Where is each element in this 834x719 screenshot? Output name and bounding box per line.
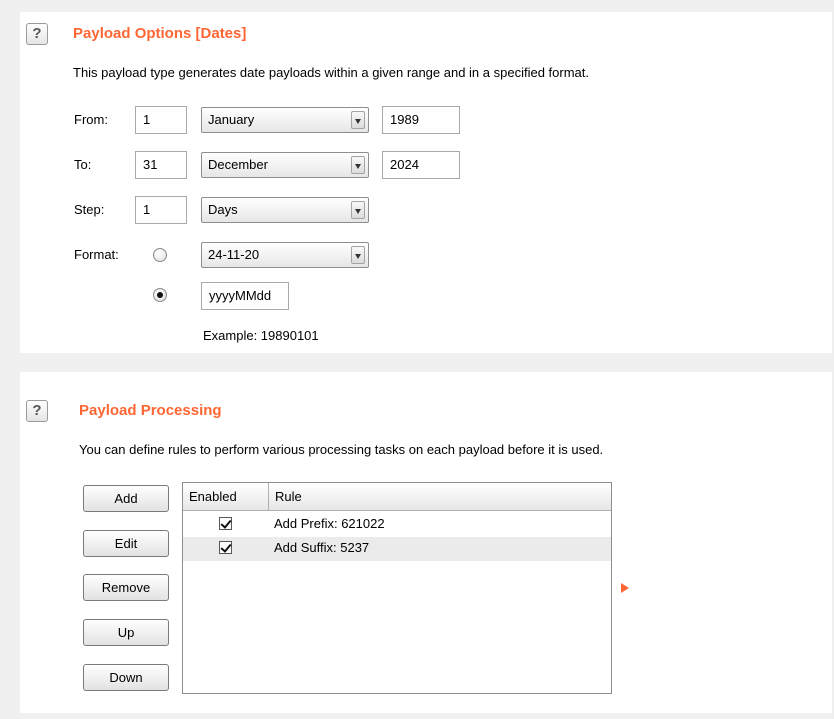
from-label: From: (74, 112, 108, 127)
column-header-enabled[interactable]: Enabled (183, 483, 269, 511)
payload-options-title: Payload Options [Dates] (73, 25, 247, 42)
format-preset-select[interactable]: 24-11-20 (201, 242, 369, 268)
payload-options-description: This payload type generates date payload… (73, 65, 589, 80)
to-month-value: December (208, 157, 268, 172)
payload-processing-panel: ? Payload Processing You can define rule… (20, 372, 832, 713)
rule-cell: Add Suffix: 5237 (274, 540, 370, 555)
chevron-down-icon[interactable] (351, 111, 365, 129)
help-icon[interactable]: ? (26, 23, 48, 45)
radio-selected-dot (157, 292, 163, 298)
format-preset-radio[interactable] (153, 248, 167, 262)
chevron-down-icon[interactable] (351, 246, 365, 264)
from-month-value: January (208, 112, 255, 127)
down-button[interactable]: Down (83, 664, 169, 691)
payload-processing-description: You can define rules to perform various … (79, 442, 604, 457)
remove-button[interactable]: Remove (83, 574, 169, 601)
help-icon[interactable]: ? (26, 400, 48, 422)
to-year-input[interactable]: 2024 (382, 151, 460, 179)
table-header: Enabled Rule (183, 483, 611, 511)
step-unit-select[interactable]: Days (201, 197, 369, 223)
to-label: To: (74, 157, 92, 172)
step-value-input[interactable]: 1 (135, 196, 187, 224)
format-preset-value: 24-11-20 (208, 247, 260, 262)
enabled-checkbox[interactable] (219, 517, 232, 530)
format-example: Example: 19890101 (203, 328, 319, 343)
from-day-input[interactable]: 1 (135, 106, 187, 134)
table-row[interactable]: Add Suffix: 5237 (183, 537, 611, 561)
rule-cell: Add Prefix: 621022 (274, 516, 385, 531)
step-unit-value: Days (208, 202, 238, 217)
up-button[interactable]: Up (83, 619, 169, 646)
column-header-rule[interactable]: Rule (269, 483, 609, 511)
processing-rules-table[interactable]: Enabled Rule Add Prefix: 621022 Add Suff… (182, 482, 612, 694)
format-label: Format: (74, 247, 119, 262)
payload-processing-title: Payload Processing (79, 402, 222, 419)
table-row[interactable]: Add Prefix: 621022 (183, 513, 611, 537)
step-label: Step: (74, 202, 105, 217)
chevron-down-icon[interactable] (351, 201, 365, 219)
format-custom-input[interactable]: yyyyMMdd (201, 282, 289, 310)
to-day-input[interactable]: 31 (135, 151, 187, 179)
to-month-select[interactable]: December (201, 152, 369, 178)
play-arrow-icon[interactable] (621, 583, 629, 593)
from-month-select[interactable]: January (201, 107, 369, 133)
from-year-input[interactable]: 1989 (382, 106, 460, 134)
edit-button[interactable]: Edit (83, 530, 169, 557)
chevron-down-icon[interactable] (351, 156, 365, 174)
add-button[interactable]: Add (83, 485, 169, 512)
payload-options-panel: ? Payload Options [Dates] This payload t… (20, 12, 832, 353)
format-custom-radio[interactable] (153, 288, 167, 302)
enabled-checkbox[interactable] (219, 541, 232, 554)
